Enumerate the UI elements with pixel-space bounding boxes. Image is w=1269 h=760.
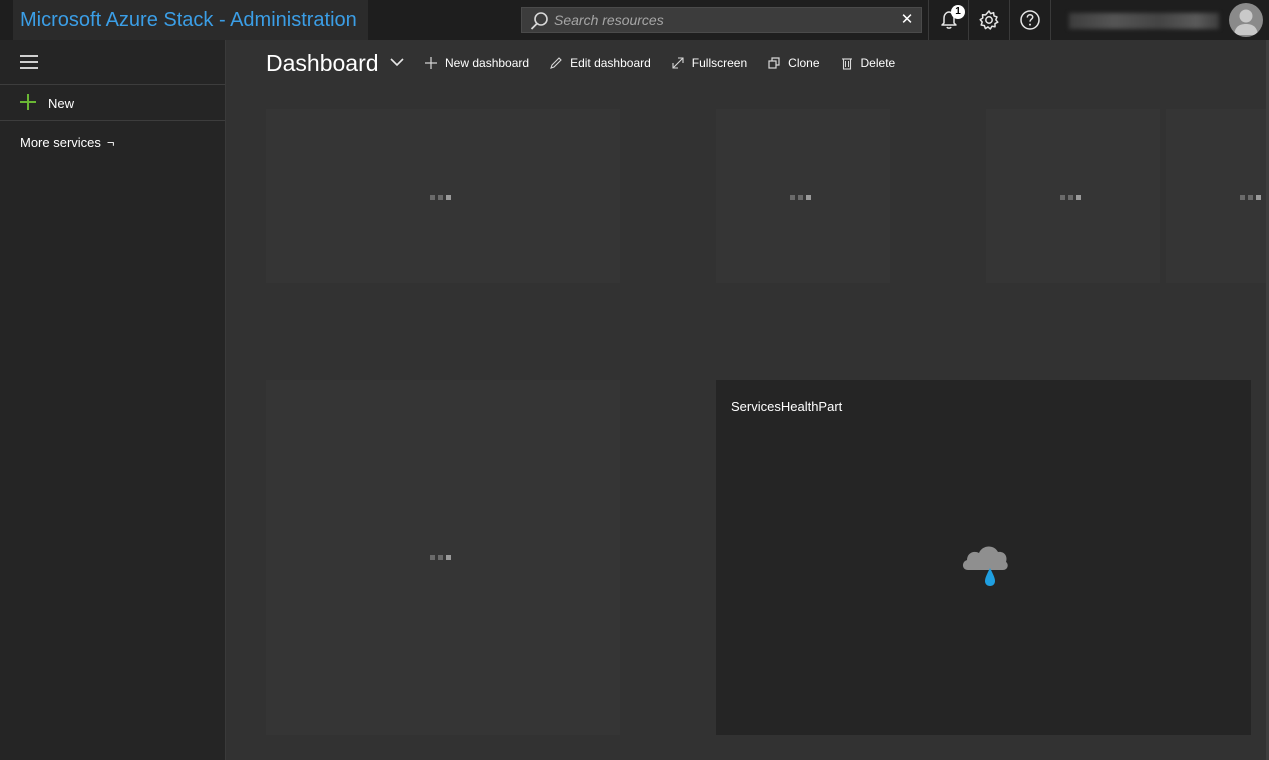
services-health-tile[interactable]: ServicesHealthPart [716, 380, 1251, 735]
clone-label: Clone [788, 56, 820, 70]
delete-button[interactable]: Delete [840, 54, 896, 72]
loading-dots-icon [1060, 195, 1084, 200]
search-box[interactable]: ✕ [521, 7, 922, 33]
new-dashboard-button[interactable]: New dashboard [424, 54, 529, 72]
sidebar: New More services ¬ [0, 40, 226, 760]
edit-dashboard-button[interactable]: Edit dashboard [549, 54, 651, 72]
avatar-icon[interactable] [1229, 3, 1263, 37]
dashboard-tile-loading[interactable] [266, 109, 620, 283]
trash-icon [841, 58, 852, 70]
fullscreen-label: Fullscreen [691, 56, 748, 70]
delete-label: Delete [860, 56, 896, 70]
new-dashboard-label: New dashboard [445, 56, 530, 70]
sidebar-item-more-services[interactable]: More services ¬ [20, 135, 115, 150]
page-title[interactable]: Dashboard [266, 50, 379, 77]
clear-icon[interactable]: ✕ [899, 11, 915, 29]
divider [0, 120, 225, 121]
settings-button[interactable] [968, 0, 1008, 40]
tile-title: ServicesHealthPart [731, 399, 843, 414]
loading-dots-icon [790, 195, 814, 200]
dashboard-tile-loading[interactable] [986, 109, 1160, 283]
help-button[interactable] [1009, 0, 1049, 40]
loading-dots-icon [430, 555, 454, 560]
dashboard-tile-loading[interactable] [266, 380, 620, 735]
account-menu[interactable] [1050, 0, 1269, 40]
clone-icon [768, 57, 780, 69]
pencil-icon [550, 57, 562, 69]
dashboard-tile-loading[interactable] [716, 109, 890, 283]
account-name-redacted [1069, 13, 1219, 29]
notification-count-badge: 1 [951, 5, 965, 19]
more-services-chevron-icon: ¬ [106, 135, 115, 150]
help-icon [1020, 10, 1040, 30]
search-icon [530, 12, 548, 30]
chevron-down-icon[interactable] [390, 56, 404, 68]
app-title[interactable]: Microsoft Azure Stack - Administration [13, 0, 368, 40]
loading-dots-icon [430, 195, 454, 200]
expand-icon [672, 57, 684, 69]
cloud-rain-icon [962, 546, 1008, 586]
clone-button[interactable]: Clone [767, 54, 820, 72]
edit-dashboard-label: Edit dashboard [570, 56, 651, 70]
dashboard-toolbar: New dashboard Edit dashboard Fullscreen … [424, 54, 915, 72]
plus-icon [20, 94, 36, 110]
plus-icon [425, 57, 437, 69]
notifications-button[interactable]: 1 [928, 0, 968, 40]
sidebar-item-label: More services [20, 135, 101, 150]
gear-icon [979, 10, 999, 30]
dashboard-tile-loading[interactable] [1166, 109, 1266, 283]
hamburger-icon[interactable] [20, 55, 38, 69]
loading-dots-icon [1240, 195, 1264, 200]
sidebar-item-new[interactable]: New [0, 85, 225, 120]
top-bar: Microsoft Azure Stack - Administration ✕… [0, 0, 1269, 40]
sidebar-item-label: New [48, 96, 75, 111]
search-input[interactable] [554, 8, 894, 32]
fullscreen-button[interactable]: Fullscreen [671, 54, 747, 72]
